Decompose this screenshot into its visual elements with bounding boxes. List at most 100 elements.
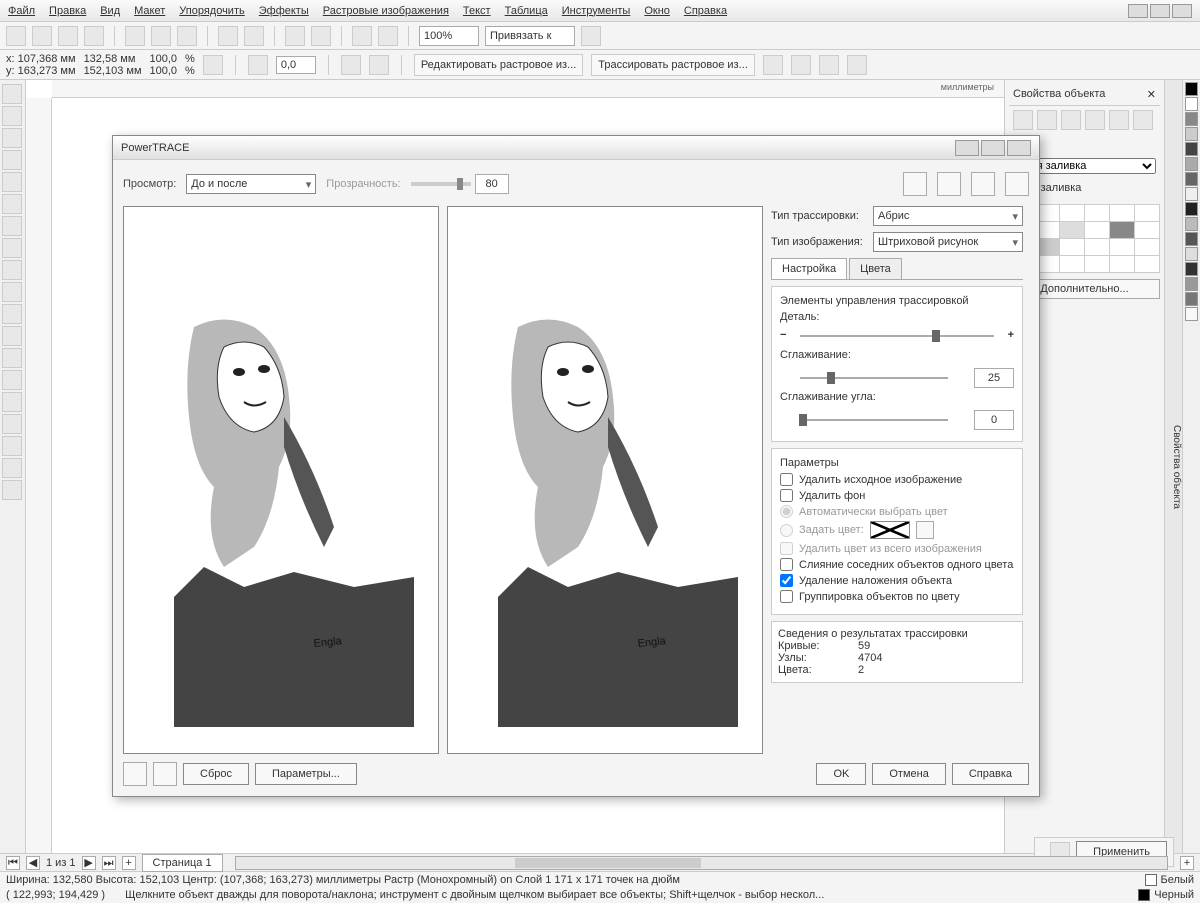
open-icon[interactable] bbox=[32, 26, 52, 46]
corner-slider[interactable] bbox=[780, 411, 968, 429]
welcome-icon[interactable] bbox=[378, 26, 398, 46]
window-close-icon[interactable] bbox=[1172, 4, 1192, 18]
shape-tool-icon[interactable] bbox=[2, 106, 22, 126]
options-button[interactable]: Параметры... bbox=[255, 763, 357, 785]
window-restore-icon[interactable] bbox=[1150, 4, 1170, 18]
mirror-v-icon[interactable] bbox=[369, 55, 389, 75]
color-palette[interactable] bbox=[1182, 80, 1200, 853]
fill-tab-icon[interactable] bbox=[1013, 110, 1033, 130]
tab3-icon[interactable] bbox=[1061, 110, 1081, 130]
tab5-icon[interactable] bbox=[1109, 110, 1129, 130]
ellipse-tool-icon[interactable] bbox=[2, 238, 22, 258]
zoom-tool-icon[interactable] bbox=[2, 150, 22, 170]
fit-icon[interactable] bbox=[971, 172, 995, 196]
menu-help[interactable]: Справка bbox=[684, 5, 727, 17]
redo-preview-icon[interactable] bbox=[153, 762, 177, 786]
tab-colors[interactable]: Цвета bbox=[849, 258, 902, 279]
save-icon[interactable] bbox=[58, 26, 78, 46]
text-tool-icon[interactable] bbox=[2, 304, 22, 324]
tab4-icon[interactable] bbox=[1085, 110, 1105, 130]
menu-text[interactable]: Текст bbox=[463, 5, 491, 17]
panel-close-icon[interactable]: ✕ bbox=[1147, 88, 1156, 101]
rotation-angle[interactable]: 0,0 bbox=[276, 56, 316, 74]
trace-type-combo[interactable]: Абрис bbox=[873, 206, 1023, 226]
polygon-tool-icon[interactable] bbox=[2, 260, 22, 280]
wrap-text-icon[interactable] bbox=[847, 55, 867, 75]
new-icon[interactable] bbox=[6, 26, 26, 46]
smart-fill-icon[interactable] bbox=[2, 194, 22, 214]
remove-overlap-checkbox[interactable] bbox=[780, 574, 793, 587]
fill-tool-icon[interactable] bbox=[2, 458, 22, 478]
help-button[interactable]: Справка bbox=[952, 763, 1029, 785]
group-by-color-checkbox[interactable] bbox=[780, 590, 793, 603]
dlg-minimize-icon[interactable] bbox=[955, 140, 979, 156]
menu-view[interactable]: Вид bbox=[100, 5, 120, 17]
interactive-fill-icon[interactable] bbox=[2, 480, 22, 500]
connector-tool-icon[interactable] bbox=[2, 370, 22, 390]
outline-tool-icon[interactable] bbox=[2, 436, 22, 456]
edit-bitmap-button[interactable]: Редактировать растровое из... bbox=[414, 54, 583, 76]
menu-effects[interactable]: Эффекты bbox=[259, 5, 309, 17]
snap-combo[interactable]: Привязать к bbox=[485, 26, 575, 46]
zoom-out-icon[interactable] bbox=[937, 172, 961, 196]
detail-slider[interactable]: −+ bbox=[780, 327, 1014, 345]
table-tool-icon[interactable] bbox=[2, 326, 22, 346]
cancel-button[interactable]: Отмена bbox=[872, 763, 945, 785]
undo-icon[interactable] bbox=[218, 26, 238, 46]
window-minimize-icon[interactable] bbox=[1128, 4, 1148, 18]
image-type-combo[interactable]: Штриховой рисунок bbox=[873, 232, 1023, 252]
zoom-plus-icon[interactable]: + bbox=[1180, 856, 1194, 870]
tab6-icon[interactable] bbox=[1133, 110, 1153, 130]
page-first-icon[interactable]: ⏮ bbox=[6, 856, 20, 870]
rotate-icon[interactable] bbox=[248, 55, 268, 75]
smoothing-value[interactable]: 25 bbox=[974, 368, 1014, 388]
app-launcher-icon[interactable] bbox=[352, 26, 372, 46]
menu-edit[interactable]: Правка bbox=[49, 5, 86, 17]
menu-table[interactable]: Таблица bbox=[505, 5, 548, 17]
menu-arrange[interactable]: Упорядочить bbox=[179, 5, 244, 17]
zoom-combo[interactable]: 100% bbox=[419, 26, 479, 46]
basic-shapes-icon[interactable] bbox=[2, 282, 22, 302]
print-icon[interactable] bbox=[84, 26, 104, 46]
eyedropper-icon[interactable] bbox=[2, 414, 22, 434]
pan-icon[interactable] bbox=[1005, 172, 1029, 196]
menu-bitmaps[interactable]: Растровые изображения bbox=[323, 5, 449, 17]
menu-tools[interactable]: Инструменты bbox=[562, 5, 631, 17]
dimension-tool-icon[interactable] bbox=[2, 348, 22, 368]
remove-bg-checkbox[interactable] bbox=[780, 489, 793, 502]
menu-layout[interactable]: Макет bbox=[134, 5, 165, 17]
transparency-slider[interactable] bbox=[411, 182, 471, 186]
ok-button[interactable]: OK bbox=[816, 763, 866, 785]
import-icon[interactable] bbox=[285, 26, 305, 46]
paste-icon[interactable] bbox=[177, 26, 197, 46]
dlg-maximize-icon[interactable] bbox=[981, 140, 1005, 156]
crop-tool-icon[interactable] bbox=[2, 128, 22, 148]
outline-tab-icon[interactable] bbox=[1037, 110, 1057, 130]
copy-icon[interactable] bbox=[151, 26, 171, 46]
page-tab[interactable]: Страница 1 bbox=[142, 854, 223, 872]
preview-mode-combo[interactable]: До и после bbox=[186, 174, 316, 194]
page-add-icon[interactable]: + bbox=[122, 856, 136, 870]
pick-tool-icon[interactable] bbox=[2, 84, 22, 104]
lock-ratio-icon[interactable] bbox=[203, 55, 223, 75]
options-icon[interactable] bbox=[581, 26, 601, 46]
trace-bitmap-button[interactable]: Трассировать растровое из... bbox=[591, 54, 755, 76]
resample-icon[interactable] bbox=[791, 55, 811, 75]
horizontal-scrollbar[interactable] bbox=[235, 856, 1168, 870]
side-tab-properties[interactable]: Свойства объекта bbox=[1164, 80, 1182, 853]
page-prev-icon[interactable]: ◀ bbox=[26, 856, 40, 870]
interactive-tool-icon[interactable] bbox=[2, 392, 22, 412]
undo-preview-icon[interactable] bbox=[123, 762, 147, 786]
corner-value[interactable]: 0 bbox=[974, 410, 1014, 430]
transparency-value[interactable]: 80 bbox=[475, 174, 509, 194]
dlg-close-icon[interactable] bbox=[1007, 140, 1031, 156]
page-next-icon[interactable]: ▶ bbox=[82, 856, 96, 870]
rectangle-tool-icon[interactable] bbox=[2, 216, 22, 236]
bitmap-border-icon[interactable] bbox=[819, 55, 839, 75]
zoom-in-icon[interactable] bbox=[903, 172, 927, 196]
smoothing-slider[interactable] bbox=[780, 369, 968, 387]
delete-original-checkbox[interactable] bbox=[780, 473, 793, 486]
export-icon[interactable] bbox=[311, 26, 331, 46]
mirror-h-icon[interactable] bbox=[341, 55, 361, 75]
redo-icon[interactable] bbox=[244, 26, 264, 46]
